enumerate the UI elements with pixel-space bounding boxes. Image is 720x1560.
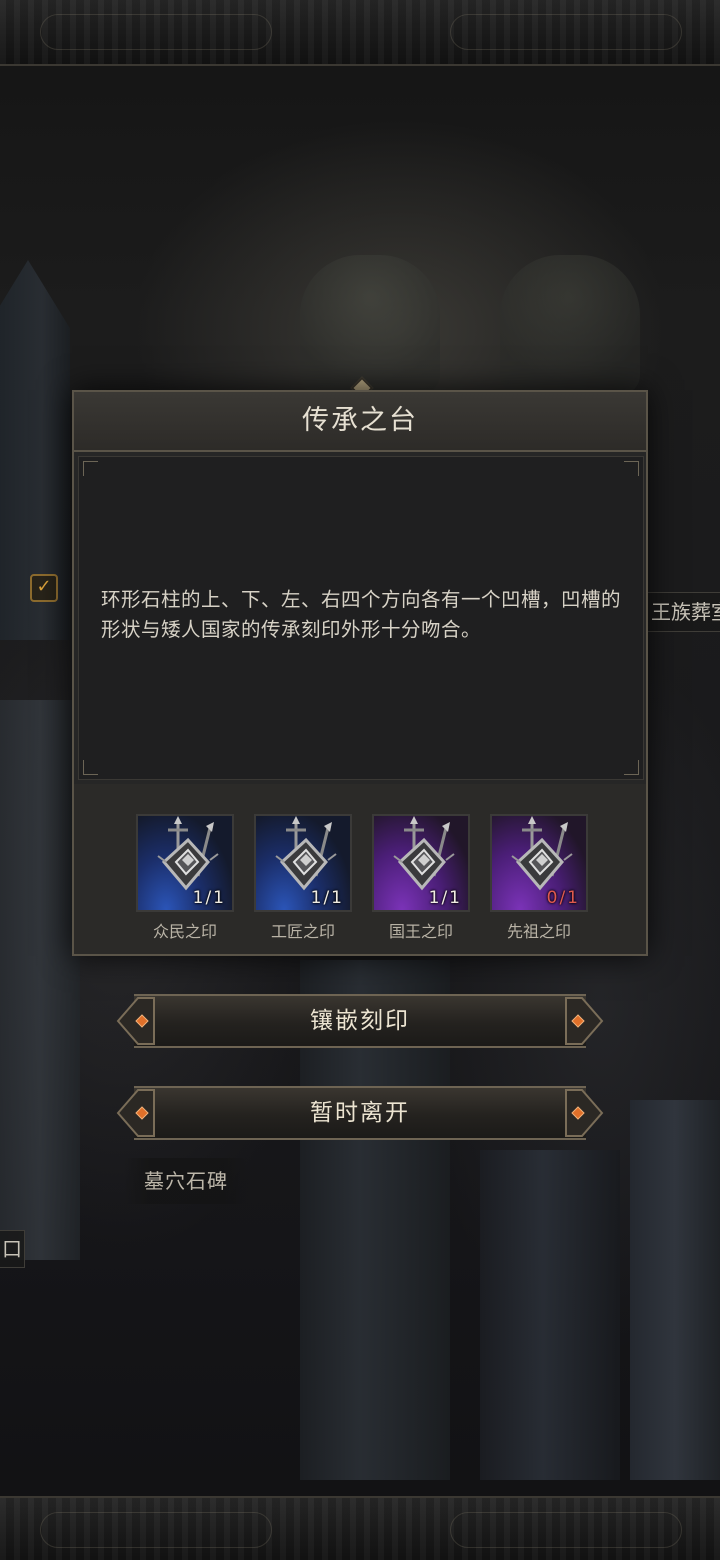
inheritance-altar-dialog: 传承之台 环形石柱的上、下、左、右四个方向各有一个凹槽，凹槽的形状与矮人国家的传… — [72, 390, 648, 956]
seal-count: 1/1 — [192, 888, 226, 908]
corner-ornament — [83, 461, 98, 476]
seal-count: 1/1 — [428, 888, 462, 908]
seal-item-frame[interactable]: 1/1 — [254, 814, 352, 912]
background-column — [480, 1150, 620, 1480]
seal-slot[interactable]: 1/1 工匠之印 — [254, 814, 352, 942]
seal-name: 先祖之印 — [506, 922, 571, 941]
leave-button[interactable]: 暂时离开 — [116, 1082, 604, 1144]
frame-ornament — [40, 14, 272, 50]
bottom-frame-border — [0, 1496, 720, 1560]
seal-item-frame[interactable]: 0/1 — [490, 814, 588, 912]
seal-name: 众民之印 — [152, 922, 217, 941]
corner-ornament — [83, 760, 98, 775]
game-screen: ✓ 王族葬室 口 传承之台 环形石柱的上、下、左、右四个方向各有一个凹槽，凹槽的… — [0, 0, 720, 1560]
top-frame-border — [0, 0, 720, 66]
background-statue — [300, 255, 440, 395]
dialog-description: 环形石柱的上、下、左、右四个方向各有一个凹槽，凹槽的形状与矮人国家的传承刻印外形… — [101, 588, 622, 641]
embed-seal-button[interactable]: 镶嵌刻印 — [116, 990, 604, 1052]
quest-check-icon[interactable]: ✓ — [30, 574, 58, 602]
seal-item-frame[interactable]: 1/1 — [136, 814, 234, 912]
frame-ornament — [450, 1512, 682, 1548]
corner-ornament — [624, 461, 639, 476]
frame-ornament — [450, 14, 682, 50]
background-wall — [0, 700, 80, 1260]
leave-button-label: 暂时离开 — [310, 1100, 410, 1126]
dialog-body: 环形石柱的上、下、左、右四个方向各有一个凹槽，凹槽的形状与矮人国家的传承刻印外形… — [78, 456, 644, 780]
background-column — [630, 1100, 720, 1480]
dialog-title: 传承之台 — [302, 405, 418, 436]
seal-count: 0/1 — [546, 888, 580, 908]
dialog-header: 传承之台 — [74, 392, 646, 452]
seal-slots-row: 1/1 众民之印 1/1 工匠之印 1/1 国王之印 0/1 先祖之印 — [74, 784, 646, 954]
seal-name: 工匠之印 — [270, 922, 335, 941]
map-location-label-royal-tomb[interactable]: 王族葬室 — [640, 592, 720, 632]
embed-seal-button-label: 镶嵌刻印 — [310, 1008, 410, 1034]
map-location-label-partial[interactable]: 口 — [0, 1230, 25, 1268]
corner-ornament — [624, 760, 639, 775]
background-statue — [500, 255, 640, 395]
seal-count: 1/1 — [310, 888, 344, 908]
seal-slot[interactable]: 1/1 国王之印 — [372, 814, 470, 942]
seal-item-frame[interactable]: 1/1 — [372, 814, 470, 912]
frame-ornament — [40, 1512, 272, 1548]
seal-name: 国王之印 — [388, 922, 453, 941]
seal-slot[interactable]: 1/1 众民之印 — [136, 814, 234, 942]
seal-slot[interactable]: 0/1 先祖之印 — [490, 814, 588, 942]
map-location-label-tomb-stele[interactable]: 墓穴石碑 — [124, 1158, 248, 1204]
